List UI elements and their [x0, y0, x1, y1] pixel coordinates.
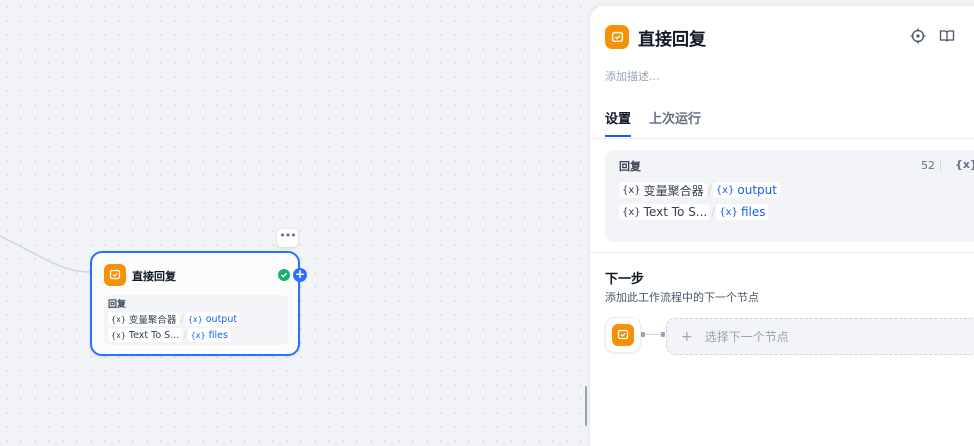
add-next-node-button[interactable]: +	[293, 268, 307, 282]
variable-reference[interactable]: {x} 变量聚合器 / {x} output	[619, 182, 971, 198]
variable-icon: {x}	[715, 184, 735, 196]
variable-icon: {x}	[111, 314, 126, 324]
path-separator: /	[711, 205, 716, 219]
reply-icon	[605, 25, 629, 49]
variable-reference[interactable]: {x} Text To S... / {x} files	[619, 204, 971, 220]
variable-icon: {x}	[187, 314, 203, 324]
reply-char-count: 52	[921, 159, 935, 172]
panel-toolbar	[910, 28, 974, 44]
book-icon[interactable]	[939, 28, 955, 44]
reply-editor[interactable]: 回复 52 {x} {x}变量聚合器 / {x}output {x}Text T…	[605, 150, 974, 242]
variable-reference: {x} Text To S... / {x} files	[108, 328, 284, 342]
node-reply-label: 回复	[108, 300, 127, 310]
tabs-divider	[590, 138, 974, 139]
variable-source-chip: {x} Text To S...	[619, 204, 711, 220]
insert-variable-button[interactable]: {x}	[955, 158, 974, 171]
reply-icon	[612, 324, 634, 346]
node-more-button[interactable]: •••	[277, 229, 298, 247]
path-separator: /	[707, 183, 712, 197]
next-step-title: 下一步	[605, 272, 645, 287]
select-next-node-button[interactable]: + 选择下一个节点	[666, 318, 974, 355]
next-step-description: 添加此工作流程中的下一个节点	[605, 291, 759, 304]
variable-source-chip: {x} 变量聚合器	[108, 312, 180, 326]
variable-field-chip: {x} output	[712, 182, 780, 198]
tab-last-run[interactable]: 上次运行	[649, 108, 701, 137]
path-separator: /	[183, 329, 187, 341]
divider	[940, 160, 941, 171]
panel-tabs: 设置 上次运行	[605, 108, 701, 137]
node-settings-panel: 直接回复 添加描述... 设置 上次运行 回复 52 {x} {x}变量聚合器 …	[590, 6, 974, 446]
variable-source-chip: {x} Text To S...	[108, 328, 183, 342]
variable-icon: {x}	[719, 206, 738, 218]
variable-icon: {x}	[622, 184, 641, 196]
variable-field-chip: {x} files	[716, 204, 769, 220]
reply-label: 回复	[619, 160, 641, 173]
variable-icon: {x}	[622, 206, 641, 218]
reply-icon	[104, 264, 126, 286]
description-input[interactable]: 添加描述...	[605, 68, 660, 84]
current-node-thumb	[605, 317, 641, 353]
select-next-node-label: 选择下一个节点	[704, 330, 789, 344]
path-separator: /	[180, 313, 184, 325]
locate-icon[interactable]	[910, 28, 926, 44]
check-icon	[278, 269, 290, 281]
node-title: 直接回复	[132, 270, 176, 283]
section-divider	[590, 252, 974, 253]
variable-icon: {x}	[190, 330, 206, 340]
plus-icon: +	[681, 328, 693, 345]
variable-field-chip: {x} output	[184, 312, 241, 326]
tab-settings[interactable]: 设置	[605, 108, 632, 137]
panel-title[interactable]: 直接回复	[638, 25, 706, 50]
variable-source-chip: {x} 变量聚合器	[619, 182, 707, 198]
variable-icon: {x}	[111, 330, 126, 340]
variable-field-chip: {x} files	[187, 328, 231, 342]
more-icon[interactable]	[968, 28, 974, 44]
next-step-connector	[641, 332, 665, 337]
node-reply-preview: 回复 {x} 变量聚合器 / {x} output {x} Text To S... …	[104, 295, 288, 345]
panel-resize-handle[interactable]	[585, 386, 587, 426]
answer-node[interactable]: 直接回复 + 回复 {x} 变量聚合器 / {x} output {x} Text T…	[90, 251, 307, 356]
variable-reference: {x} 变量聚合器 / {x} output	[108, 312, 284, 326]
